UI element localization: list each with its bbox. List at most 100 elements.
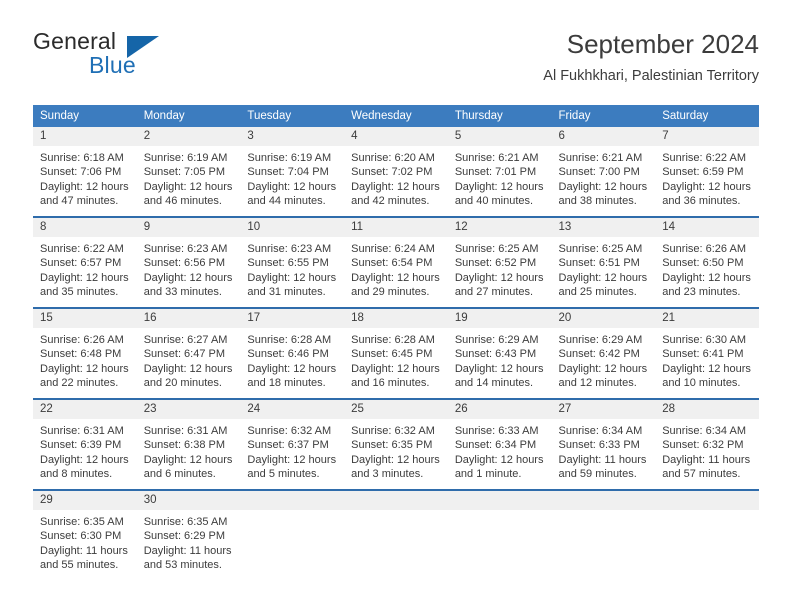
sunrise-text: Sunrise: 6:19 AM bbox=[143, 152, 228, 164]
day-number: 24 bbox=[240, 400, 345, 419]
day-cell-content: 22 Sunrise: 6:31 AM Sunset: 6:39 PM Dayligh… bbox=[33, 400, 137, 489]
calendar-day-cell[interactable]: 20 Sunrise: 6:29 AM Sunset: 6:42 PM Dayligh… bbox=[551, 307, 656, 399]
weekday-header-wednesday: Wednesday bbox=[344, 105, 448, 127]
day-sun-info: Sunrise: 6:28 AM Sunset: 6:45 PM Daylight:… bbox=[344, 328, 448, 391]
weekday-header-saturday: Saturday bbox=[655, 105, 759, 127]
day-sun-info: Sunrise: 6:29 AM Sunset: 6:42 PM Daylight:… bbox=[552, 328, 656, 391]
weekday-header-thursday: Thursday bbox=[447, 105, 552, 127]
calendar-day-cell[interactable]: 1 Sunrise: 6:18 AM Sunset: 7:06 PM Daylight… bbox=[33, 127, 137, 217]
day-number: 11 bbox=[344, 218, 448, 237]
calendar-day-cell[interactable]: 14 Sunrise: 6:26 AM Sunset: 6:50 PM Dayligh… bbox=[655, 216, 759, 308]
day-cell-content: 29 Sunrise: 6:35 AM Sunset: 6:30 PM Dayligh… bbox=[33, 491, 137, 580]
day-sun-info: Sunrise: 6:30 AM Sunset: 6:41 PM Daylight:… bbox=[655, 328, 759, 391]
daylight-text-line1: Daylight: 12 hours bbox=[454, 362, 544, 375]
calendar-day-cell[interactable]: 5 Sunrise: 6:21 AM Sunset: 7:01 PM Daylight… bbox=[447, 127, 552, 217]
day-cell-content: 3 Sunrise: 6:19 AM Sunset: 7:04 PM Daylight… bbox=[240, 127, 345, 216]
day-sun-info: Sunrise: 6:19 AM Sunset: 7:05 PM Daylight:… bbox=[137, 146, 241, 209]
day-number: 21 bbox=[655, 309, 759, 328]
calendar-day-cell[interactable]: 6 Sunrise: 6:21 AM Sunset: 7:00 PM Daylight… bbox=[551, 127, 656, 217]
daylight-text-line2: and 31 minutes. bbox=[247, 286, 326, 299]
calendar-table: Sunday Monday Tuesday Wednesday Thursday… bbox=[33, 105, 759, 580]
day-number: 28 bbox=[655, 400, 759, 419]
sunrise-text: Sunrise: 6:23 AM bbox=[247, 243, 332, 255]
day-sun-info bbox=[344, 510, 448, 515]
calendar-day-cell[interactable]: 30 Sunrise: 6:35 AM Sunset: 6:29 PM Dayligh… bbox=[136, 489, 241, 580]
day-sun-info: Sunrise: 6:23 AM Sunset: 6:55 PM Daylight:… bbox=[240, 237, 344, 300]
calendar-day-cell[interactable]: 2 Sunrise: 6:19 AM Sunset: 7:05 PM Daylight… bbox=[136, 127, 241, 217]
sunrise-text: Sunrise: 6:29 AM bbox=[454, 334, 539, 346]
calendar-day-cell[interactable]: 9 Sunrise: 6:23 AM Sunset: 6:56 PM Daylight… bbox=[136, 216, 241, 308]
day-cell-content bbox=[240, 491, 345, 580]
day-cell-content: 26 Sunrise: 6:33 AM Sunset: 6:34 PM Dayligh… bbox=[447, 400, 552, 489]
calendar-day-cell[interactable]: 25 Sunrise: 6:32 AM Sunset: 6:35 PM Dayligh… bbox=[344, 398, 448, 490]
calendar-day-cell[interactable]: 10 Sunrise: 6:23 AM Sunset: 6:55 PM Dayligh… bbox=[240, 216, 345, 308]
daylight-text-line2: and 55 minutes. bbox=[40, 559, 119, 572]
day-cell-content: 21 Sunrise: 6:30 AM Sunset: 6:41 PM Dayligh… bbox=[655, 309, 759, 398]
calendar-day-cell[interactable] bbox=[240, 489, 345, 580]
daylight-text-line1: Daylight: 12 hours bbox=[247, 453, 337, 466]
day-sun-info: Sunrise: 6:35 AM Sunset: 6:29 PM Daylight:… bbox=[137, 510, 241, 573]
daylight-text-line2: and 14 minutes. bbox=[454, 377, 534, 390]
sunset-text: Sunset: 7:06 PM bbox=[40, 166, 122, 179]
calendar-day-cell[interactable] bbox=[447, 489, 552, 580]
calendar-day-cell[interactable]: 27 Sunrise: 6:34 AM Sunset: 6:33 PM Dayligh… bbox=[551, 398, 656, 490]
calendar-day-cell[interactable]: 26 Sunrise: 6:33 AM Sunset: 6:34 PM Dayligh… bbox=[447, 398, 552, 490]
sunrise-text: Sunrise: 6:32 AM bbox=[351, 425, 435, 437]
day-number: 10 bbox=[240, 218, 345, 237]
sunrise-text: Sunrise: 6:35 AM bbox=[40, 516, 124, 528]
sunset-text: Sunset: 6:55 PM bbox=[247, 257, 329, 270]
calendar-day-cell[interactable] bbox=[344, 489, 448, 580]
calendar-day-cell[interactable]: 18 Sunrise: 6:28 AM Sunset: 6:45 PM Dayligh… bbox=[344, 307, 448, 399]
sunrise-text: Sunrise: 6:20 AM bbox=[351, 152, 435, 164]
brand-logo[interactable]: General Blue bbox=[33, 28, 263, 90]
day-number: 25 bbox=[344, 400, 448, 419]
day-cell-content: 13 Sunrise: 6:25 AM Sunset: 6:51 PM Dayligh… bbox=[551, 218, 656, 307]
day-number: 7 bbox=[655, 127, 759, 146]
day-sun-info: Sunrise: 6:32 AM Sunset: 6:37 PM Daylight:… bbox=[240, 419, 344, 482]
calendar-day-cell[interactable]: 19 Sunrise: 6:29 AM Sunset: 6:43 PM Dayligh… bbox=[447, 307, 552, 399]
daylight-text-line1: Daylight: 12 hours bbox=[40, 271, 129, 284]
calendar-day-cell[interactable]: 11 Sunrise: 6:24 AM Sunset: 6:54 PM Dayligh… bbox=[344, 216, 448, 308]
daylight-text-line1: Daylight: 12 hours bbox=[662, 271, 751, 284]
calendar-day-cell[interactable]: 15 Sunrise: 6:26 AM Sunset: 6:48 PM Dayligh… bbox=[33, 307, 137, 399]
day-number bbox=[447, 491, 552, 510]
calendar-day-cell[interactable]: 8 Sunrise: 6:22 AM Sunset: 6:57 PM Daylight… bbox=[33, 216, 137, 308]
sunrise-text: Sunrise: 6:23 AM bbox=[143, 243, 228, 255]
daylight-text-line2: and 6 minutes. bbox=[143, 468, 216, 481]
calendar-day-cell[interactable]: 24 Sunrise: 6:32 AM Sunset: 6:37 PM Dayligh… bbox=[240, 398, 345, 490]
sunrise-text: Sunrise: 6:25 AM bbox=[454, 243, 539, 255]
day-sun-info bbox=[240, 510, 344, 515]
weekday-header-sunday: Sunday bbox=[33, 105, 137, 127]
calendar-day-cell[interactable] bbox=[655, 489, 759, 580]
day-cell-content: 14 Sunrise: 6:26 AM Sunset: 6:50 PM Dayligh… bbox=[655, 218, 759, 307]
calendar-day-cell[interactable]: 29 Sunrise: 6:35 AM Sunset: 6:30 PM Dayligh… bbox=[33, 489, 137, 580]
calendar-day-cell[interactable] bbox=[551, 489, 656, 580]
daylight-text-line2: and 57 minutes. bbox=[662, 468, 741, 481]
calendar-day-cell[interactable]: 22 Sunrise: 6:31 AM Sunset: 6:39 PM Dayligh… bbox=[33, 398, 137, 490]
calendar-day-cell[interactable]: 7 Sunrise: 6:22 AM Sunset: 6:59 PM Daylight… bbox=[655, 127, 759, 217]
calendar-day-cell[interactable]: 23 Sunrise: 6:31 AM Sunset: 6:38 PM Dayligh… bbox=[136, 398, 241, 490]
calendar-day-cell[interactable]: 16 Sunrise: 6:27 AM Sunset: 6:47 PM Dayligh… bbox=[136, 307, 241, 399]
day-sun-info: Sunrise: 6:22 AM Sunset: 6:57 PM Daylight:… bbox=[33, 237, 137, 300]
daylight-text-line1: Daylight: 12 hours bbox=[662, 180, 751, 193]
day-number: 22 bbox=[33, 400, 137, 419]
calendar-day-cell[interactable]: 17 Sunrise: 6:28 AM Sunset: 6:46 PM Dayligh… bbox=[240, 307, 345, 399]
day-sun-info: Sunrise: 6:19 AM Sunset: 7:04 PM Daylight:… bbox=[240, 146, 344, 209]
daylight-text-line1: Daylight: 12 hours bbox=[40, 453, 129, 466]
calendar-day-cell[interactable]: 3 Sunrise: 6:19 AM Sunset: 7:04 PM Daylight… bbox=[240, 127, 345, 217]
daylight-text-line1: Daylight: 12 hours bbox=[558, 271, 648, 284]
daylight-text-line1: Daylight: 12 hours bbox=[351, 453, 440, 466]
calendar-day-cell[interactable]: 21 Sunrise: 6:30 AM Sunset: 6:41 PM Dayligh… bbox=[655, 307, 759, 399]
day-cell-content: 11 Sunrise: 6:24 AM Sunset: 6:54 PM Dayligh… bbox=[344, 218, 448, 307]
day-number: 27 bbox=[551, 400, 656, 419]
day-number: 4 bbox=[344, 127, 448, 146]
calendar-day-cell[interactable]: 28 Sunrise: 6:34 AM Sunset: 6:32 PM Dayligh… bbox=[655, 398, 759, 490]
day-number: 23 bbox=[136, 400, 241, 419]
calendar-day-cell[interactable]: 13 Sunrise: 6:25 AM Sunset: 6:51 PM Dayligh… bbox=[551, 216, 656, 308]
calendar-day-cell[interactable]: 4 Sunrise: 6:20 AM Sunset: 7:02 PM Daylight… bbox=[344, 127, 448, 217]
day-sun-info bbox=[448, 510, 552, 515]
day-cell-content bbox=[551, 491, 656, 580]
calendar-day-cell[interactable]: 12 Sunrise: 6:25 AM Sunset: 6:52 PM Dayligh… bbox=[447, 216, 552, 308]
sunrise-text: Sunrise: 6:18 AM bbox=[40, 152, 124, 164]
day-cell-content: 9 Sunrise: 6:23 AM Sunset: 6:56 PM Daylight… bbox=[136, 218, 241, 307]
